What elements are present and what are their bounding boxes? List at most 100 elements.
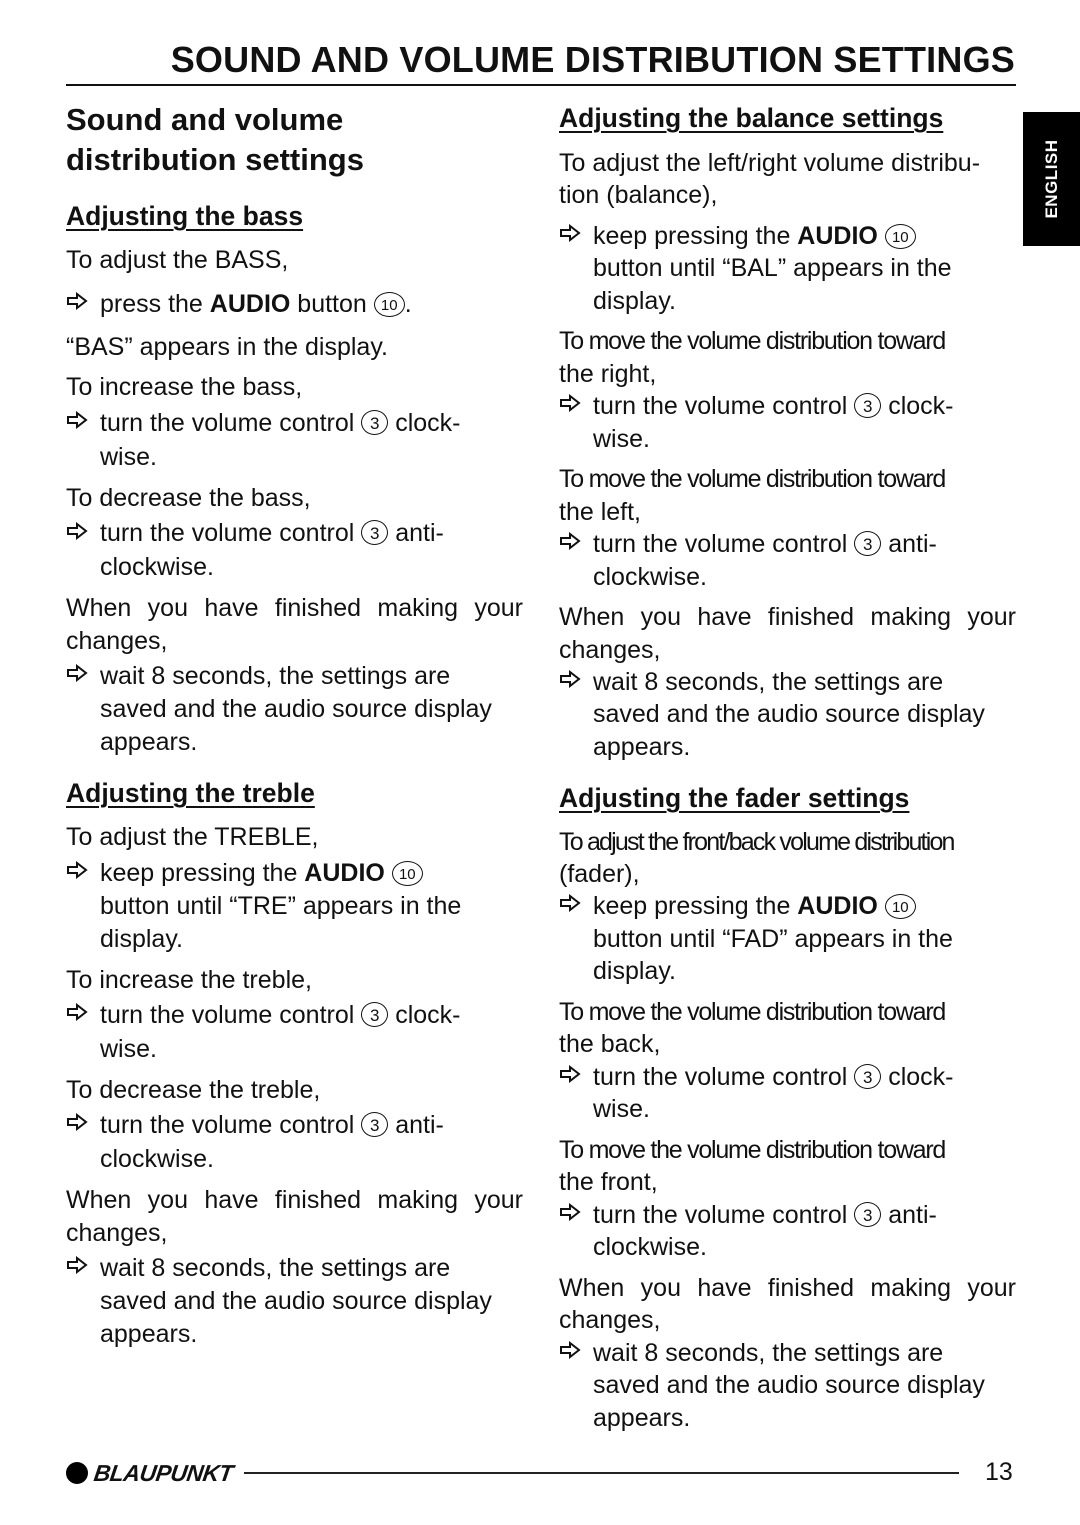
arrow-icon [66, 410, 92, 431]
treble-wait-line-3: appears. [100, 1320, 198, 1348]
ref-number-badge: 3 [854, 531, 882, 556]
ref-number-badge: 10 [391, 861, 423, 886]
treble-step-press-audio: keep pressing the AUDIO 10 [100, 857, 423, 889]
treble-step-line-3: display. [100, 925, 183, 953]
fader-intro-line-2: (fader), [559, 860, 640, 888]
ref-number-badge: 3 [854, 393, 882, 418]
footer-divider [244, 1472, 959, 1474]
fader-finish-line-2: changes, [559, 1306, 661, 1334]
treble-wait-line-1: wait 8 seconds, the settings are [100, 1254, 451, 1282]
page-number: 13 [985, 1458, 1013, 1486]
bass-intro: To adjust the BASS, [66, 246, 289, 274]
ref-number-badge: 10 [884, 224, 916, 249]
arrow-icon [66, 663, 92, 684]
balance-right-line-2: the right, [559, 360, 657, 388]
audio-button-label: AUDIO [797, 892, 878, 920]
bass-decrease-intro: To decrease the bass, [66, 484, 311, 512]
balance-step-line-3: display. [593, 287, 676, 315]
balance-right-step: turn the volume control 3 clock- [593, 392, 954, 420]
arrow-icon [559, 1340, 585, 1361]
treble-finish-line-2: changes, [66, 1219, 168, 1247]
bass-finish-line-2: changes, [66, 627, 168, 655]
audio-button-label: AUDIO [304, 859, 385, 887]
arrow-icon [559, 893, 585, 914]
bass-decrease-step: turn the volume control 3 anti- [100, 519, 444, 547]
arrow-icon [559, 1064, 585, 1085]
fader-step-line-3: display. [593, 957, 676, 985]
language-tab-label: ENGLISH [1041, 139, 1061, 219]
fader-heading: Adjusting the fader settings [559, 783, 910, 813]
balance-left-line-2: the left, [559, 498, 641, 526]
bass-decrease-step-cont: clockwise. [100, 553, 214, 581]
balance-right-step-cont: wise. [593, 425, 650, 453]
treble-increase-step-cont: wise. [100, 1035, 157, 1063]
fader-front-line-2: the front, [559, 1168, 658, 1196]
brand-name: BLAUPUNKT [92, 1459, 235, 1486]
fader-back-step: turn the volume control 3 clock- [593, 1063, 954, 1091]
section-title-line-2: distribution settings [66, 142, 364, 177]
balance-finish-line-1: When you have finished making your [559, 603, 1016, 631]
balance-wait-line-3: appears. [593, 733, 691, 761]
brand-logo: BLAUPUNKT [66, 1459, 235, 1486]
arrow-icon [559, 531, 585, 552]
fader-wait-line-2: saved and the audio source display [593, 1371, 985, 1399]
fader-wait-line-1: wait 8 seconds, the settings are [593, 1339, 944, 1367]
fader-front-step: turn the volume control 3 anti- [593, 1201, 937, 1229]
arrow-icon [66, 860, 92, 881]
section-title-line-1: Sound and volume [66, 102, 344, 137]
balance-finish-line-2: changes, [559, 636, 661, 664]
arrow-icon [559, 393, 585, 414]
balance-heading: Adjusting the balance settings [559, 103, 944, 133]
arrow-icon [559, 669, 585, 690]
balance-intro-line-1: To adjust the left/right volume distribu… [559, 149, 981, 177]
balance-left-step-cont: clockwise. [593, 563, 707, 591]
treble-decrease-intro: To decrease the treble, [66, 1076, 321, 1104]
fader-step-line-2: button until “FAD” appears in the [593, 925, 953, 953]
arrow-icon [66, 1112, 92, 1133]
treble-heading: Adjusting the treble [66, 778, 315, 808]
arrow-icon [66, 291, 92, 312]
ref-number-badge: 3 [361, 1002, 389, 1027]
fader-back-line-2: the back, [559, 1030, 661, 1058]
logo-dot-icon [66, 1462, 88, 1484]
ref-number-badge: 3 [854, 1064, 882, 1089]
balance-left-line-1: To move the volume distribution toward [559, 465, 946, 493]
balance-left-step: turn the volume control 3 anti- [593, 530, 937, 558]
ref-number-badge: 3 [361, 520, 389, 545]
treble-increase-step: turn the volume control 3 clock- [100, 1001, 461, 1029]
balance-wait-line-2: saved and the audio source display [593, 700, 985, 728]
bass-wait-line-1: wait 8 seconds, the settings are [100, 662, 451, 690]
arrow-icon [559, 223, 585, 244]
fader-wait-line-3: appears. [593, 1404, 691, 1432]
arrow-icon [66, 521, 92, 542]
audio-button-label: AUDIO [797, 222, 878, 250]
balance-intro-line-2: tion (balance), [559, 181, 718, 209]
balance-wait-line-1: wait 8 seconds, the settings are [593, 668, 944, 696]
treble-step-line-2: button until “TRE” appears in the [100, 892, 462, 920]
arrow-icon [66, 1002, 92, 1023]
page-title: SOUND AND VOLUME DISTRIBUTION SETTINGS [170, 39, 1015, 80]
treble-wait-line-2: saved and the audio source display [100, 1287, 492, 1315]
bass-wait-line-2: saved and the audio source display [100, 695, 492, 723]
bass-increase-step: turn the volume control 3 clock- [100, 409, 461, 437]
fader-front-line-1: To move the volume distribution toward [559, 1136, 946, 1164]
arrow-icon [559, 1202, 585, 1223]
fader-back-line-1: To move the volume distribution toward [559, 998, 946, 1026]
ref-number-badge: 10 [373, 292, 405, 317]
language-tab: ENGLISH [1023, 112, 1080, 246]
audio-button-label: AUDIO [209, 290, 291, 318]
fader-intro-line-1: To adjust the front/back volume distribu… [559, 828, 955, 856]
fader-front-step-cont: clockwise. [593, 1233, 707, 1261]
ref-number-badge: 3 [361, 410, 389, 435]
ref-number-badge: 10 [884, 894, 916, 919]
balance-step-press-audio: keep pressing the AUDIO 10 [593, 220, 916, 252]
fader-step-press-audio: keep pressing the AUDIO 10 [593, 890, 916, 922]
balance-step-line-2: button until “BAL” appears in the [593, 254, 952, 282]
bass-step-press-audio: press the AUDIO button 10. [100, 290, 412, 318]
treble-decrease-step-cont: clockwise. [100, 1145, 214, 1173]
treble-increase-intro: To increase the treble, [66, 966, 312, 994]
ref-number-badge: 3 [361, 1112, 389, 1137]
bass-heading: Adjusting the bass [66, 201, 304, 231]
bass-increase-intro: To increase the bass, [66, 373, 303, 401]
balance-right-line-1: To move the volume distribution toward [559, 327, 946, 355]
